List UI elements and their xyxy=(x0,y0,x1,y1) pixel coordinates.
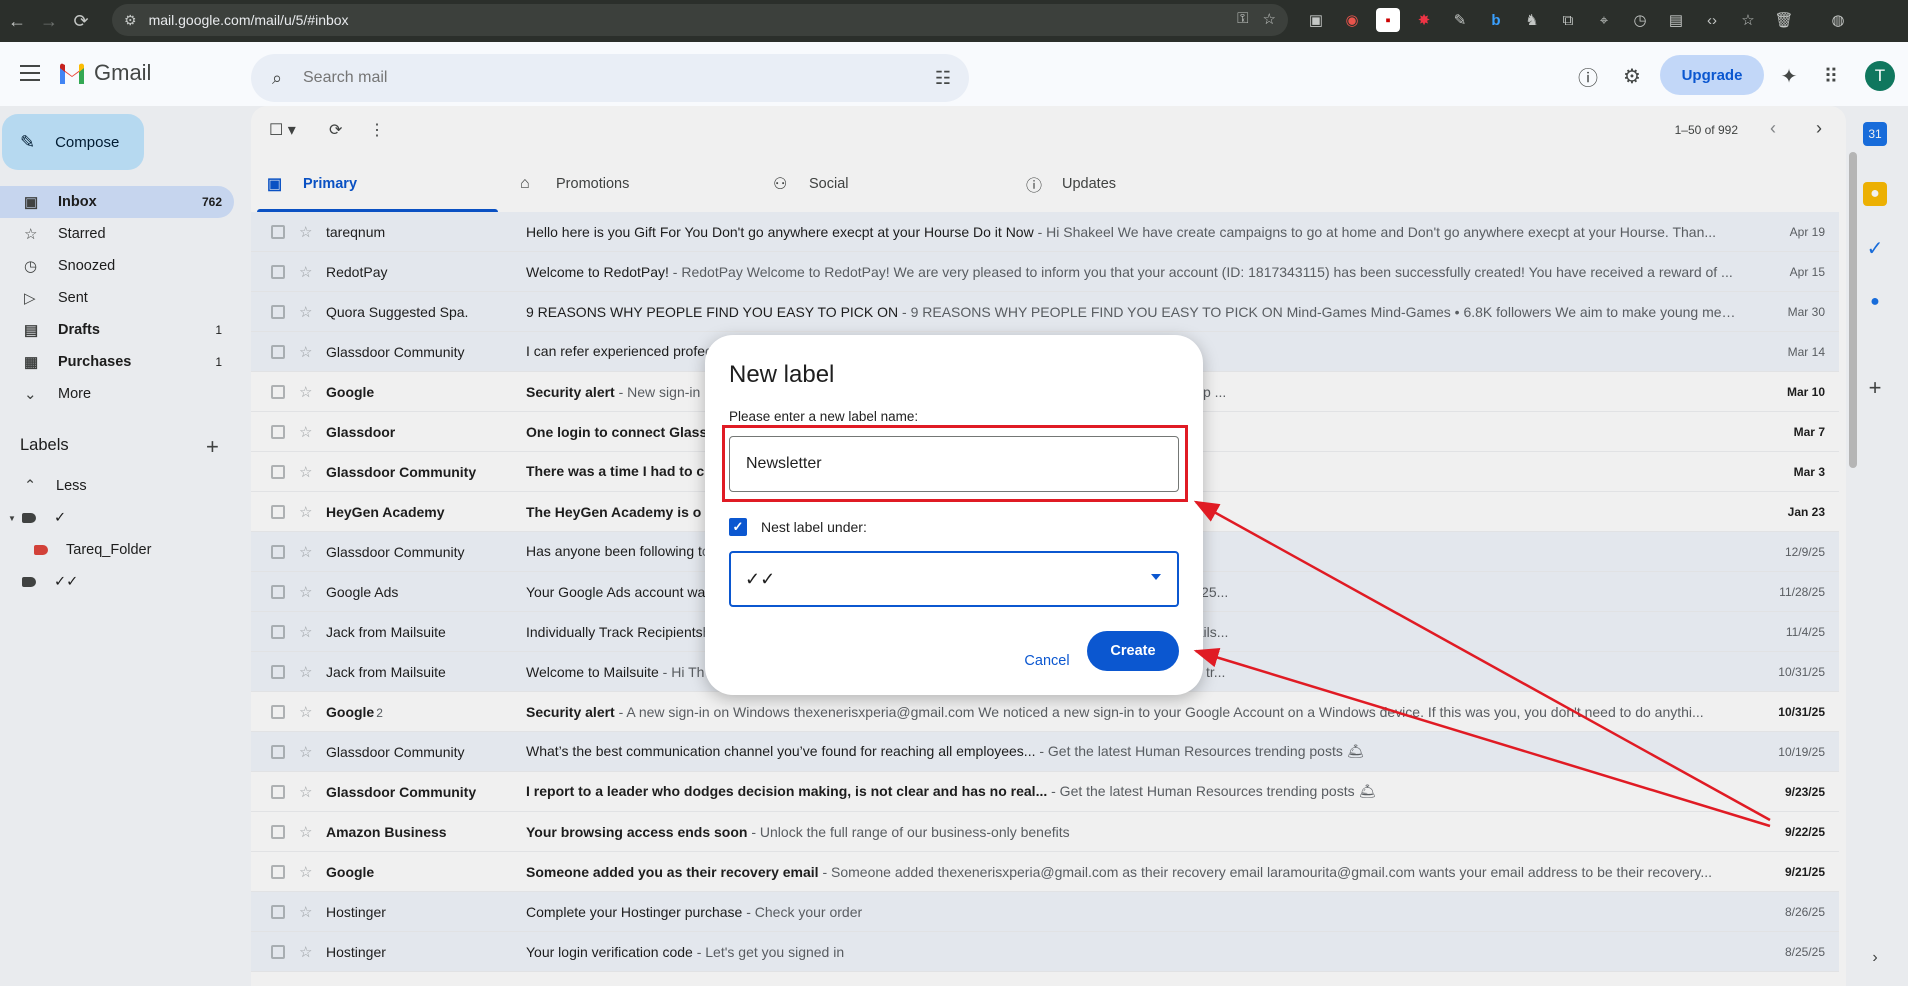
password-key-icon[interactable]: ⚿ xyxy=(1237,10,1248,28)
search-bar[interactable]: ⌕ ☷ xyxy=(251,54,969,102)
search-icon[interactable]: ⌕ xyxy=(251,68,303,89)
site-info-icon[interactable]: ⚙ xyxy=(124,12,137,29)
help-icon[interactable]: ⓘ xyxy=(1575,63,1601,90)
back-icon[interactable]: ← xyxy=(2,6,32,36)
extension-icon[interactable]: ♞ xyxy=(1520,8,1544,32)
dropdown-caret-icon xyxy=(1151,574,1161,580)
dialog-title: New label xyxy=(729,361,835,388)
selected-parent-label: ✓✓ xyxy=(745,568,776,589)
reload-icon[interactable]: ⟳ xyxy=(66,6,96,36)
gmail-header: Gmail ⌕ ☷ ⓘ ⚙ Upgrade ✦ ⠿ T xyxy=(0,42,1908,106)
dialog-prompt: Please enter a new label name: xyxy=(729,409,919,424)
new-label-dialog: New label Please enter a new label name:… xyxy=(705,335,1203,695)
gemini-sparkle-icon[interactable]: ✦ xyxy=(1776,63,1802,89)
nest-label-text: Nest label under: xyxy=(761,519,867,535)
create-button[interactable]: Create xyxy=(1087,631,1179,671)
search-options-icon[interactable]: ☷ xyxy=(935,68,951,89)
bookmarks-icon[interactable]: ☆ xyxy=(1736,8,1760,32)
search-input[interactable] xyxy=(303,69,883,87)
camera-extension-icon[interactable]: ▣ xyxy=(1304,8,1328,32)
puzzle-extensions-icon[interactable]: ⧉ xyxy=(1556,8,1580,32)
bookmark-star-icon[interactable]: ☆ xyxy=(1263,10,1276,28)
cancel-button[interactable]: Cancel xyxy=(1013,641,1081,681)
gmail-m-icon xyxy=(60,63,84,84)
account-avatar[interactable]: T xyxy=(1865,61,1895,91)
reading-list-icon[interactable]: ▤ xyxy=(1664,8,1688,32)
profile-icon[interactable]: ◍ xyxy=(1826,8,1850,32)
annotation-highlight-box xyxy=(722,425,1188,502)
gmail-logo[interactable]: Gmail xyxy=(58,60,151,86)
gmail-wordmark: Gmail xyxy=(94,60,152,85)
history-icon[interactable]: ◷ xyxy=(1628,8,1652,32)
extension-icon[interactable]: ✸ xyxy=(1412,8,1436,32)
main-menu-icon[interactable] xyxy=(16,60,44,88)
browser-toolbar: ← → ⟳ ⚙ mail.google.com/mail/u/5/#inbox … xyxy=(0,0,1908,42)
address-bar[interactable]: ⚙ mail.google.com/mail/u/5/#inbox ⚿ ☆ xyxy=(112,4,1288,36)
url-text: mail.google.com/mail/u/5/#inbox xyxy=(148,12,349,28)
extension-icons: ▣ ◉ ▪ ✸ ✎ b ♞ ⧉ ⌖ ◷ ▤ ‹› ☆ 🗑 ◍ xyxy=(1304,8,1850,32)
apps-grid-icon[interactable]: ⠿ xyxy=(1818,63,1844,89)
devtools-icon[interactable]: ‹› xyxy=(1700,8,1724,32)
nest-label-checkbox[interactable]: ✓ xyxy=(729,518,747,536)
bing-extension-icon[interactable]: b xyxy=(1484,8,1508,32)
upgrade-button[interactable]: Upgrade xyxy=(1660,55,1764,95)
forward-icon[interactable]: → xyxy=(34,6,64,36)
trash-icon[interactable]: 🗑 xyxy=(1772,8,1796,32)
parent-label-select[interactable]: ✓✓ xyxy=(729,551,1179,607)
extension-icon[interactable]: ▪ xyxy=(1376,8,1400,32)
extension-icon[interactable]: ◉ xyxy=(1340,8,1364,32)
location-icon[interactable]: ⌖ xyxy=(1592,8,1616,32)
settings-gear-icon[interactable]: ⚙ xyxy=(1619,63,1645,89)
extension-icon[interactable]: ✎ xyxy=(1448,8,1472,32)
